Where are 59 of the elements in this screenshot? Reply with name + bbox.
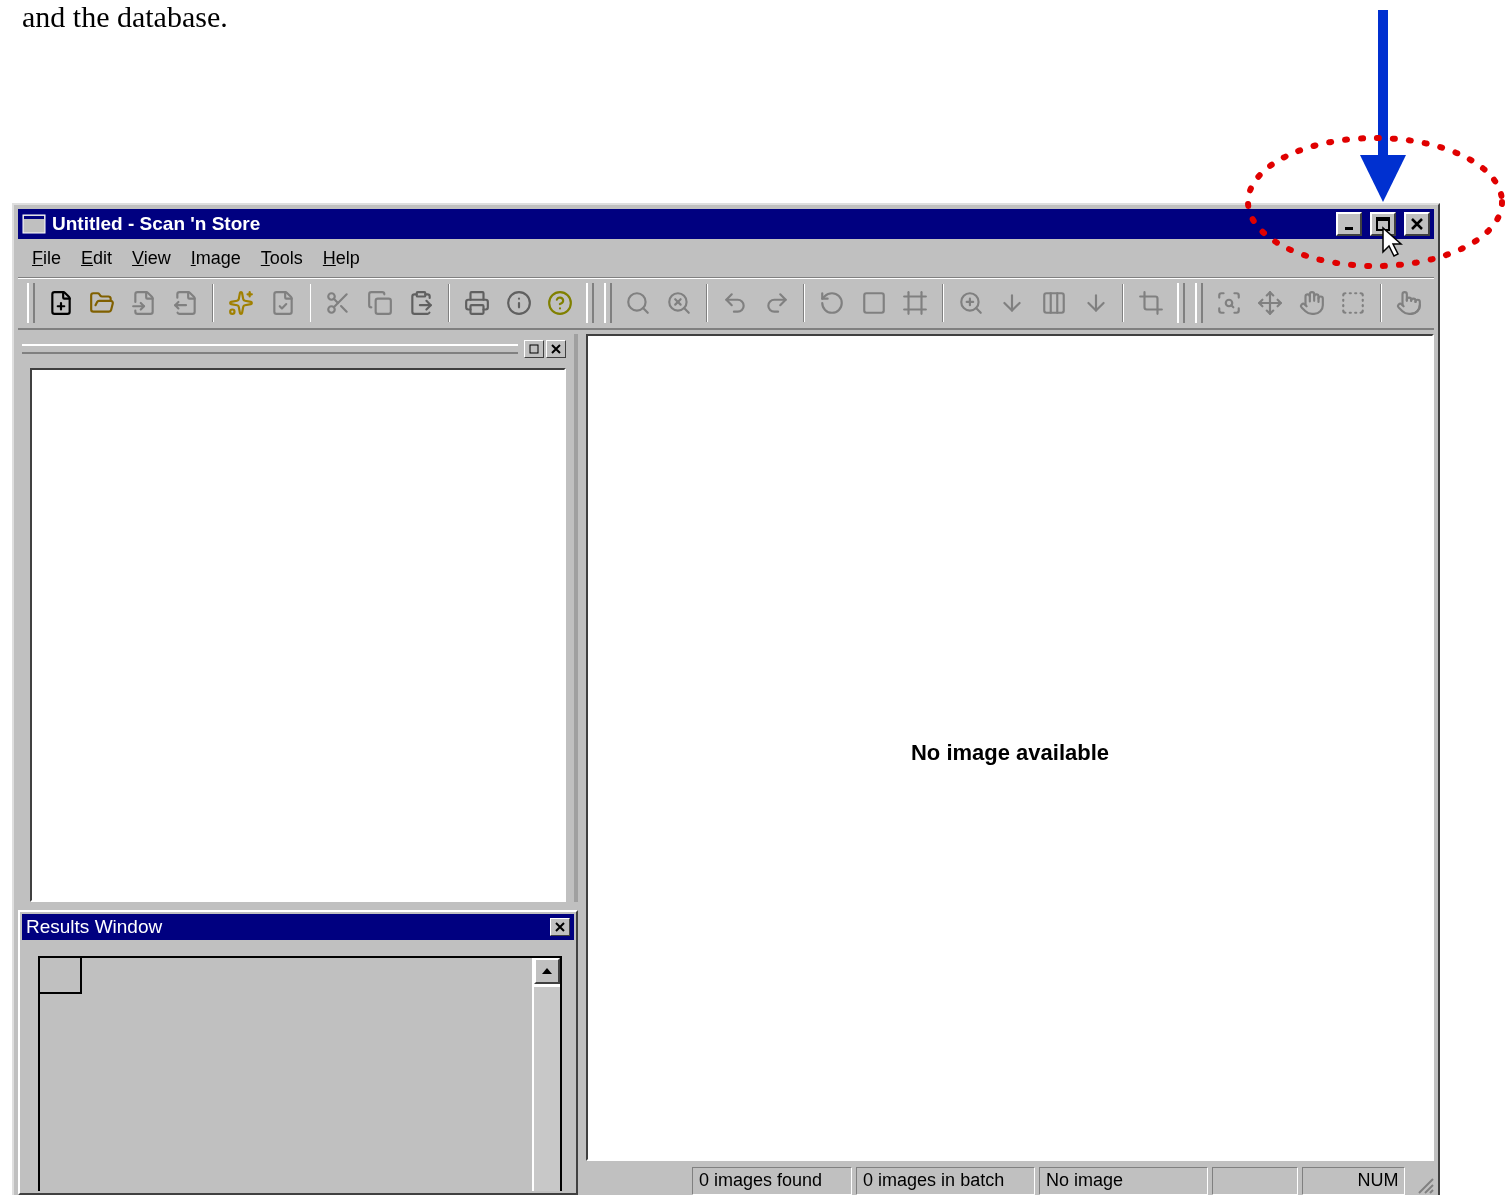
sparkle-icon	[228, 290, 255, 316]
rotate-icon	[819, 290, 846, 316]
help-icon	[547, 290, 574, 316]
square-icon	[860, 290, 887, 316]
minimize-icon	[1345, 227, 1353, 230]
crop-icon	[1138, 290, 1165, 316]
paste-icon	[408, 290, 435, 316]
frame-icon	[902, 290, 929, 316]
pointer-icon	[1396, 290, 1423, 316]
zoom-in-icon	[957, 290, 984, 316]
move-icon	[1257, 290, 1284, 316]
folder-icon	[89, 290, 116, 316]
status-pane: NUM	[1301, 1167, 1406, 1195]
info-icon	[505, 290, 532, 316]
toolbar-grip[interactable]	[586, 283, 594, 323]
panel-grip[interactable]	[22, 344, 518, 354]
menu-item[interactable]: Tools	[252, 247, 311, 269]
menu-item[interactable]: Help	[314, 247, 368, 269]
cursor-icon	[1382, 226, 1403, 257]
toolbar-grip[interactable]	[1177, 283, 1185, 323]
columns-icon	[1041, 290, 1068, 316]
empty-message: No image available	[910, 739, 1110, 766]
status-pane: 0 images in batch	[856, 1167, 1035, 1195]
restore-icon	[529, 344, 539, 354]
menu-item[interactable]: File	[24, 247, 69, 269]
close-icon	[555, 922, 565, 932]
file-export-icon	[172, 290, 199, 316]
up-arrow-icon	[542, 968, 552, 974]
status-pane: 0 images found	[692, 1167, 853, 1195]
printer-icon	[464, 290, 491, 316]
document-text: and the database.	[22, 0, 228, 34]
close-button[interactable]	[550, 918, 570, 936]
magnifier-icon	[666, 290, 693, 316]
status-pane: No image	[1038, 1167, 1209, 1195]
window-title: Untitled - Scan 'n Store	[52, 213, 262, 235]
menu-item[interactable]: Edit	[73, 247, 121, 269]
window-icon	[22, 214, 46, 234]
maximize-icon	[1376, 217, 1390, 231]
toolbar-grip[interactable]	[27, 283, 35, 323]
close-icon	[551, 344, 561, 354]
toolbar-grip[interactable]	[1194, 283, 1203, 323]
magnifier-icon	[624, 290, 651, 316]
menu-item[interactable]: Image	[182, 247, 249, 269]
vertical-scrollbar[interactable]	[532, 958, 560, 1191]
maximize-button[interactable]	[1370, 212, 1396, 236]
file-import-icon	[130, 290, 157, 316]
toolbar-grip[interactable]	[604, 283, 612, 323]
panel-title: Results Window	[26, 916, 164, 938]
close-icon	[1410, 217, 1424, 231]
copy-icon	[366, 290, 393, 316]
restore-button[interactable]	[524, 340, 544, 358]
selection-icon	[1340, 290, 1367, 316]
menu-item[interactable]: View	[124, 247, 179, 269]
close-button[interactable]	[546, 340, 566, 358]
scroll-up-button[interactable]	[534, 958, 560, 984]
hand-icon	[1298, 290, 1325, 316]
minimize-button[interactable]	[1336, 212, 1362, 236]
scan-icon	[1215, 290, 1242, 316]
close-button[interactable]	[1404, 212, 1430, 236]
